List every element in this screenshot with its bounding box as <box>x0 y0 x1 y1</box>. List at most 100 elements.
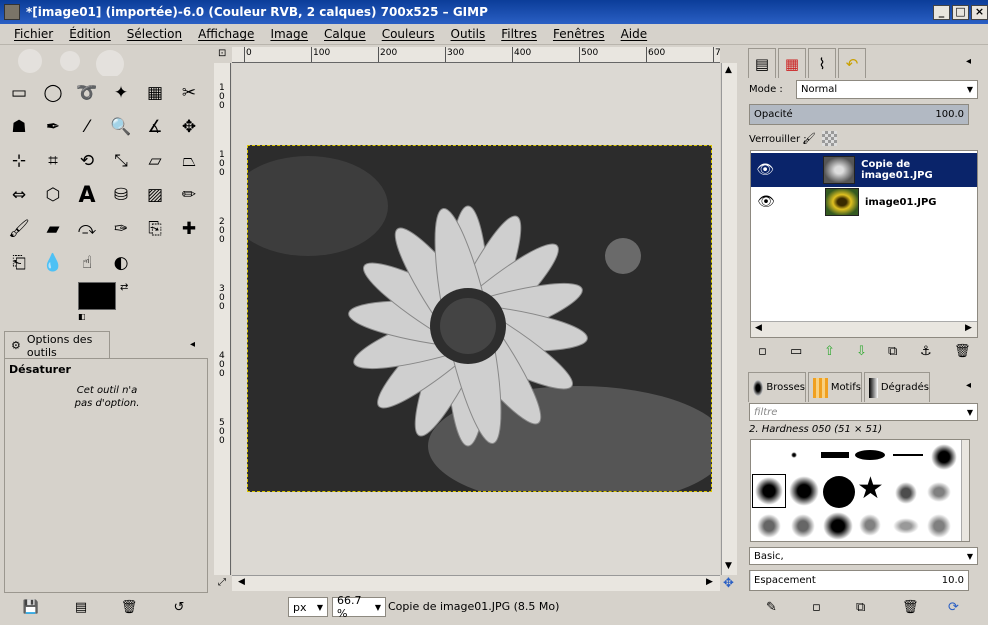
menu-selection[interactable]: Sélection <box>127 27 182 41</box>
scroll-right-icon[interactable]: ▶ <box>965 323 972 333</box>
maximize-button[interactable]: □ <box>952 4 969 20</box>
brush-item[interactable] <box>823 476 855 508</box>
blur-icon[interactable]: 💧 <box>40 250 66 276</box>
brush-item[interactable] <box>789 476 819 506</box>
lock-pixels-icon[interactable]: 🖌 <box>802 132 816 145</box>
color-picker-icon[interactable]: ⁄ <box>74 114 100 140</box>
tab-undo[interactable]: ↶ <box>838 48 866 78</box>
menu-outils[interactable]: Outils <box>451 27 486 41</box>
fuzzy-select-icon[interactable]: ✦ <box>108 80 134 106</box>
duplicate-brush-icon[interactable]: ⧉ <box>856 600 865 615</box>
delete-brush-icon[interactable]: 🗑 <box>902 600 919 615</box>
bucket-fill-icon[interactable]: ⛁ <box>108 182 134 208</box>
default-colors-icon[interactable]: ◧ <box>78 312 86 321</box>
brush-item[interactable] <box>757 514 781 538</box>
tab-tool-options[interactable]: ⚙ Options des outils <box>4 331 110 359</box>
brush-star[interactable]: ★ <box>857 472 884 506</box>
swap-colors-icon[interactable]: ⇄ <box>120 282 128 293</box>
perspective-clone-icon[interactable]: ⎗ <box>6 250 32 276</box>
new-layer-icon[interactable]: ▫ <box>758 344 767 359</box>
flip-icon[interactable]: ⇔ <box>6 182 32 208</box>
brush-item[interactable] <box>821 452 849 458</box>
zoom-fit-icon[interactable]: ⤢ <box>218 577 226 588</box>
brush-item[interactable] <box>893 454 923 456</box>
rect-select-icon[interactable]: ▭ <box>6 80 32 106</box>
menu-couleurs[interactable]: Couleurs <box>382 27 435 41</box>
brush-item[interactable] <box>823 512 853 540</box>
new-brush-icon[interactable]: ▫ <box>812 600 821 615</box>
scroll-left-icon[interactable]: ◀ <box>755 323 762 333</box>
clone-icon[interactable]: ⎘ <box>142 216 168 242</box>
menu-fichier[interactable]: Fichier <box>14 27 53 41</box>
panel-menu-icon[interactable]: ◂ <box>190 339 195 350</box>
brush-item[interactable] <box>895 482 917 504</box>
dock-menu-icon[interactable]: ◂ <box>966 380 971 391</box>
tab-brushes[interactable]: Brosses <box>748 372 806 402</box>
tab-channels[interactable]: ▦ <box>778 48 806 78</box>
lower-layer-icon[interactable]: ⇩ <box>856 344 867 359</box>
menu-affichage[interactable]: Affichage <box>198 27 254 41</box>
image-canvas-flower[interactable] <box>247 145 712 492</box>
new-layer-group-icon[interactable]: ▭ <box>790 344 802 359</box>
lock-alpha-icon[interactable] <box>822 131 837 146</box>
refresh-brushes-icon[interactable]: ⟳ <box>948 600 959 615</box>
align-icon[interactable]: ⊹ <box>6 148 32 174</box>
color-select-icon[interactable]: ▦ <box>142 80 168 106</box>
measure-icon[interactable]: ∡ <box>142 114 168 140</box>
menu-calque[interactable]: Calque <box>324 27 366 41</box>
brush-tag-select[interactable]: Basic, ▼ <box>749 547 978 565</box>
scroll-right-icon[interactable]: ▶ <box>706 577 713 587</box>
eraser-icon[interactable]: ▰ <box>40 216 66 242</box>
crop-icon[interactable]: ⌗ <box>40 148 66 174</box>
ellipse-select-icon[interactable]: ◯ <box>40 80 66 106</box>
brush-grid[interactable]: ★ <box>750 439 970 542</box>
pencil-icon[interactable]: ✏ <box>176 182 202 208</box>
layers-hscrollbar[interactable]: ◀ ▶ <box>751 321 977 337</box>
brush-item[interactable] <box>859 514 881 536</box>
layer-row[interactable]: 👁 image01.JPG <box>751 185 977 219</box>
tab-layers[interactable]: ▤ <box>748 48 776 78</box>
duplicate-layer-icon[interactable]: ⧉ <box>888 344 897 359</box>
dock-menu-icon[interactable]: ◂ <box>966 56 971 67</box>
save-options-icon[interactable]: 💾 <box>22 600 40 616</box>
mode-select[interactable]: Normal ▼ <box>796 80 978 99</box>
foreground-color[interactable] <box>78 282 116 310</box>
ink-icon[interactable]: ✑ <box>108 216 134 242</box>
horizontal-ruler[interactable]: 0 100 200 300 400 500 600 7 <box>232 47 720 63</box>
delete-layer-icon[interactable]: 🗑 <box>954 344 971 359</box>
tab-patterns[interactable]: Motifs <box>808 372 862 402</box>
close-button[interactable]: × <box>971 4 988 20</box>
shear-icon[interactable]: ▱ <box>142 148 168 174</box>
perspective-icon[interactable]: ⏢ <box>176 148 202 174</box>
menu-edition[interactable]: Édition <box>69 27 111 41</box>
raise-layer-icon[interactable]: ⇧ <box>824 344 835 359</box>
color-swatches[interactable]: ⇄ ◧ <box>78 282 134 328</box>
horizontal-scrollbar[interactable]: ◀ ▶ <box>232 575 720 591</box>
vertical-scrollbar[interactable]: ▲ ▼ <box>721 63 737 575</box>
minimize-button[interactable]: _ <box>933 4 950 20</box>
scale-icon[interactable]: ⤡ <box>108 148 134 174</box>
delete-options-icon[interactable]: 🗑 <box>120 600 138 616</box>
scroll-down-icon[interactable]: ▼ <box>725 561 732 571</box>
blend-icon[interactable]: ▨ <box>142 182 168 208</box>
visibility-eye-icon[interactable]: 👁 <box>753 157 777 183</box>
scissors-icon[interactable]: ✂ <box>176 80 202 106</box>
brush-scrollbar[interactable] <box>961 440 969 541</box>
scroll-left-icon[interactable]: ◀ <box>238 577 245 587</box>
reset-options-icon[interactable]: ↺ <box>170 600 188 616</box>
quick-mask-corner-icon[interactable]: ⊡ <box>218 48 226 59</box>
paths-icon[interactable]: ✒ <box>40 114 66 140</box>
brush-item[interactable] <box>855 450 885 460</box>
tab-gradients[interactable]: Dégradés <box>864 372 930 402</box>
paintbrush-icon[interactable]: 🖌 <box>6 216 32 242</box>
menu-image[interactable]: Image <box>270 27 308 41</box>
move-icon[interactable]: ✥ <box>176 114 202 140</box>
menu-filtres[interactable]: Filtres <box>501 27 537 41</box>
layer-row[interactable]: 👁 Copie de image01.JPG <box>751 153 977 187</box>
lasso-icon[interactable]: ➰ <box>74 80 100 106</box>
anchor-layer-icon[interactable]: ⚓ <box>920 344 932 359</box>
navigate-icon[interactable]: ✥ <box>723 576 734 591</box>
restore-options-icon[interactable]: ▤ <box>72 600 90 616</box>
opacity-slider[interactable]: Opacité 100.0 <box>749 104 969 125</box>
layers-list[interactable]: 👁 Copie de image01.JPG 👁 image01.JPG ◀ ▶ <box>750 150 978 338</box>
